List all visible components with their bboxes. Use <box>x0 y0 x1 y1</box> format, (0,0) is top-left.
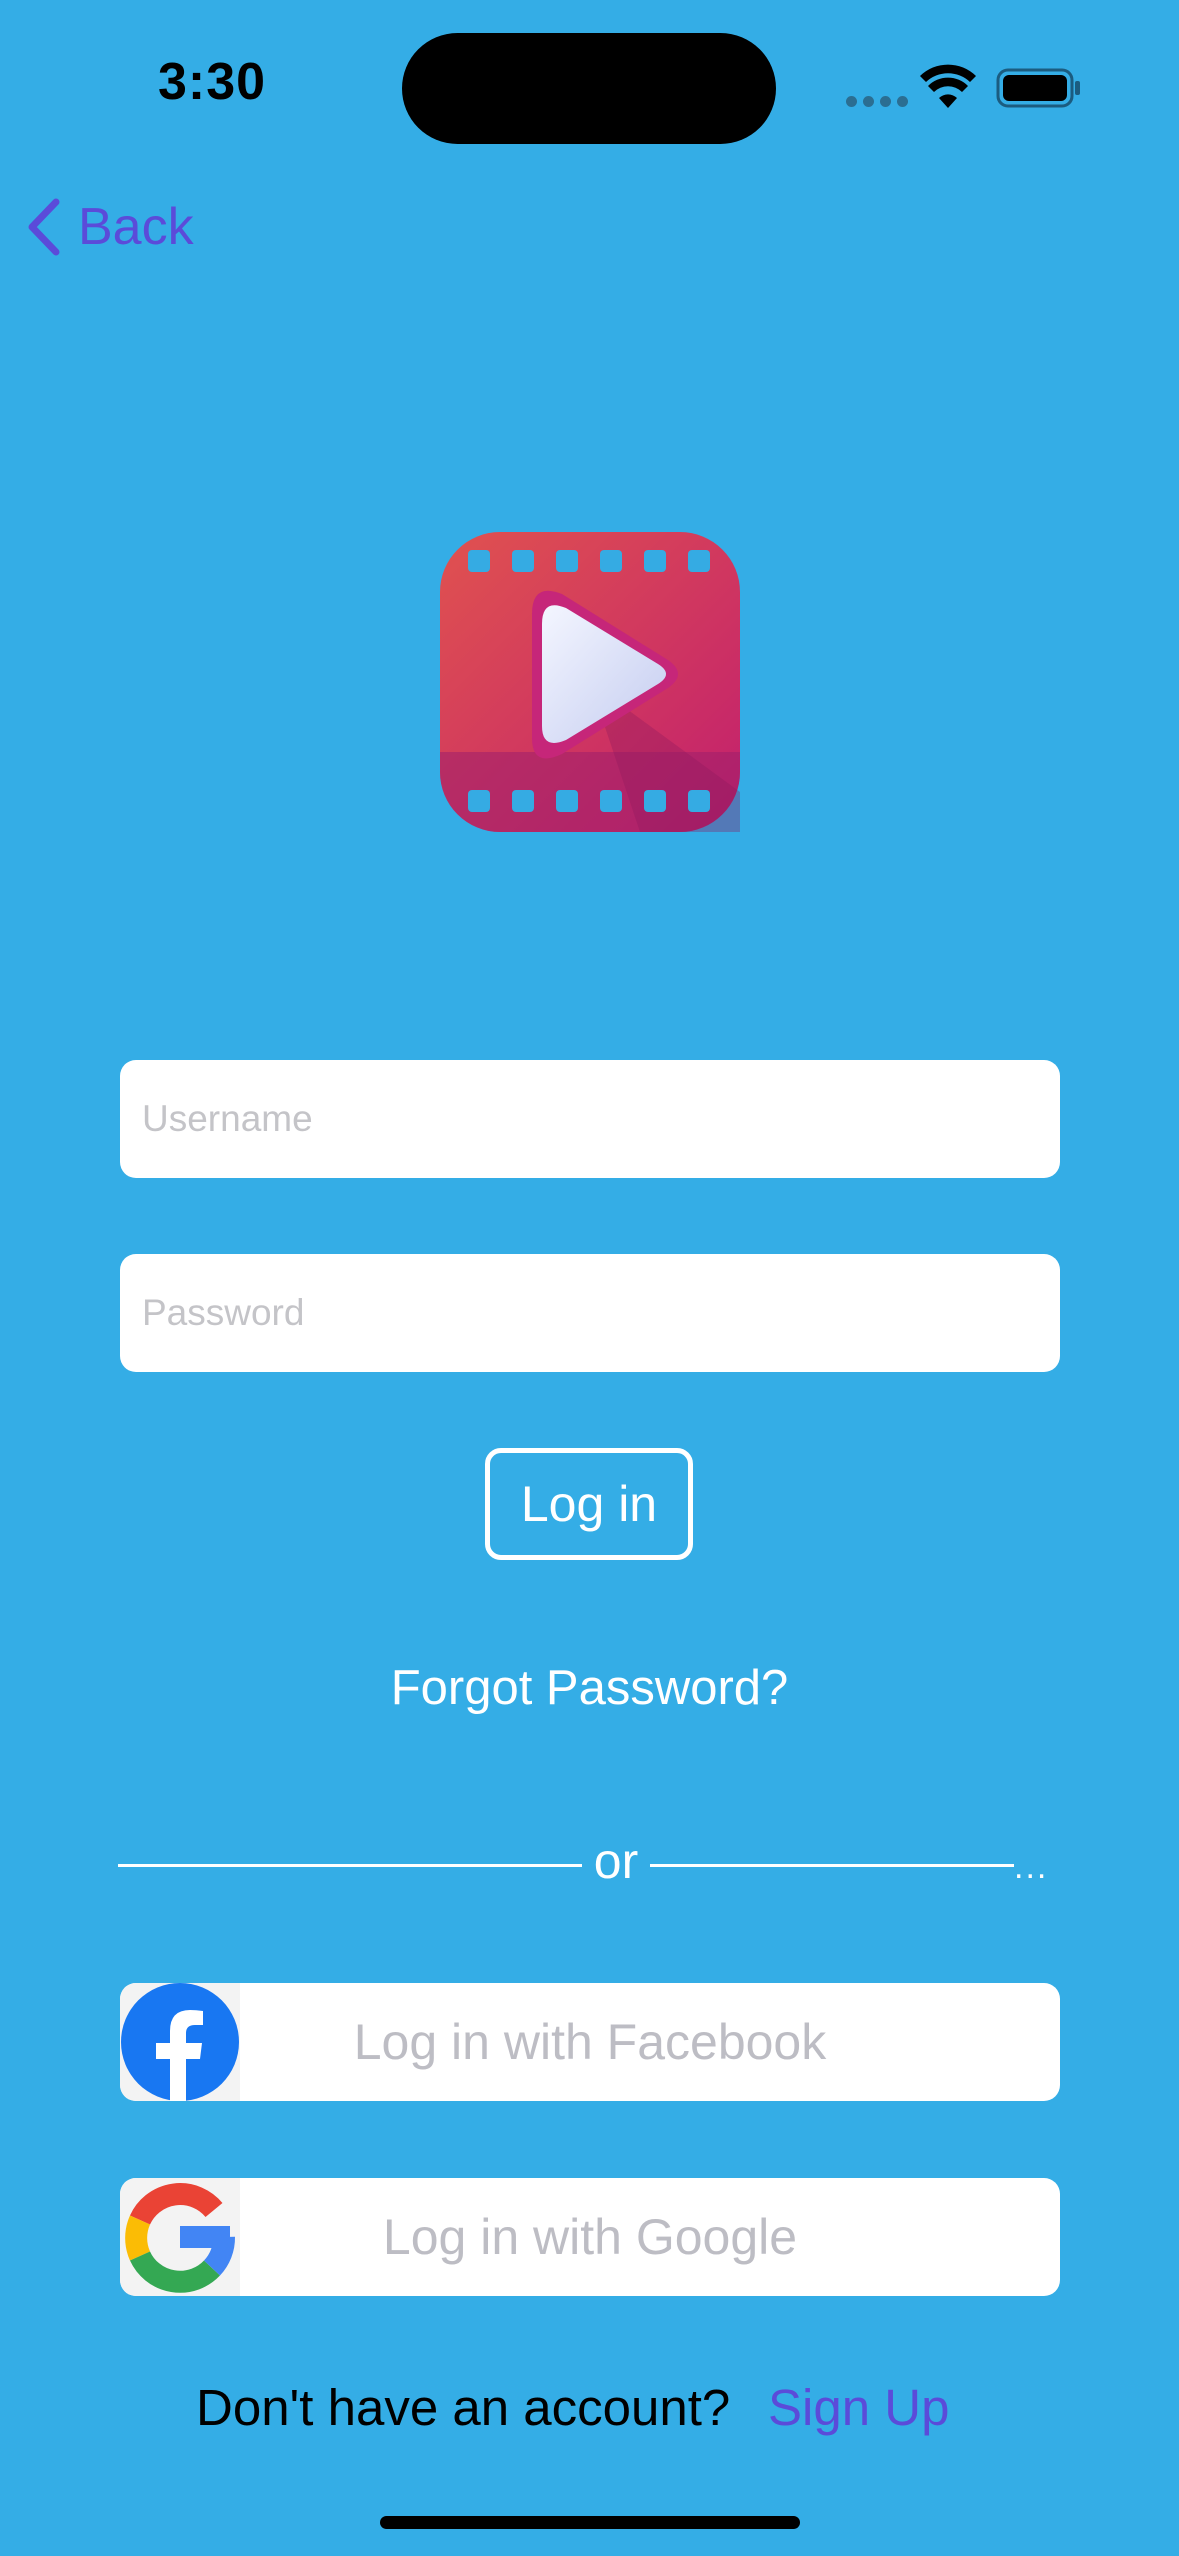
cellular-signal-icon <box>846 94 908 108</box>
back-label: Back <box>78 198 194 256</box>
google-login-button[interactable]: Log in with Google <box>120 2178 1060 2296</box>
divider-or-text: or <box>593 1833 639 1889</box>
forgot-password-link[interactable]: Forgot Password? <box>0 1660 1179 1716</box>
login-button[interactable]: Log in <box>485 1448 693 1560</box>
facebook-login-button[interactable]: Log in with Facebook <box>120 1983 1060 2101</box>
signup-prompt: Don't have an account? <box>196 2379 731 2436</box>
google-login-label: Log in with Google <box>382 2209 798 2265</box>
chevron-left-icon <box>28 198 60 256</box>
divider-line-left <box>118 1864 582 1867</box>
facebook-login-label: Log in with Facebook <box>353 2014 827 2070</box>
status-time: 3:30 <box>158 53 267 111</box>
divider-line-right <box>650 1864 1014 1867</box>
divider-ellipsis: ... <box>1014 1848 1049 1886</box>
dynamic-island <box>402 33 776 144</box>
username-input[interactable] <box>120 1060 1060 1178</box>
signup-link[interactable]: Sign Up <box>768 2378 949 2437</box>
wifi-icon <box>920 64 976 108</box>
movie-play-icon <box>440 532 740 832</box>
back-button[interactable]: Back <box>24 192 194 262</box>
password-input[interactable] <box>120 1254 1060 1372</box>
battery-icon <box>996 68 1080 108</box>
home-indicator[interactable] <box>380 2516 800 2529</box>
login-button-label: Log in <box>520 1476 658 1532</box>
